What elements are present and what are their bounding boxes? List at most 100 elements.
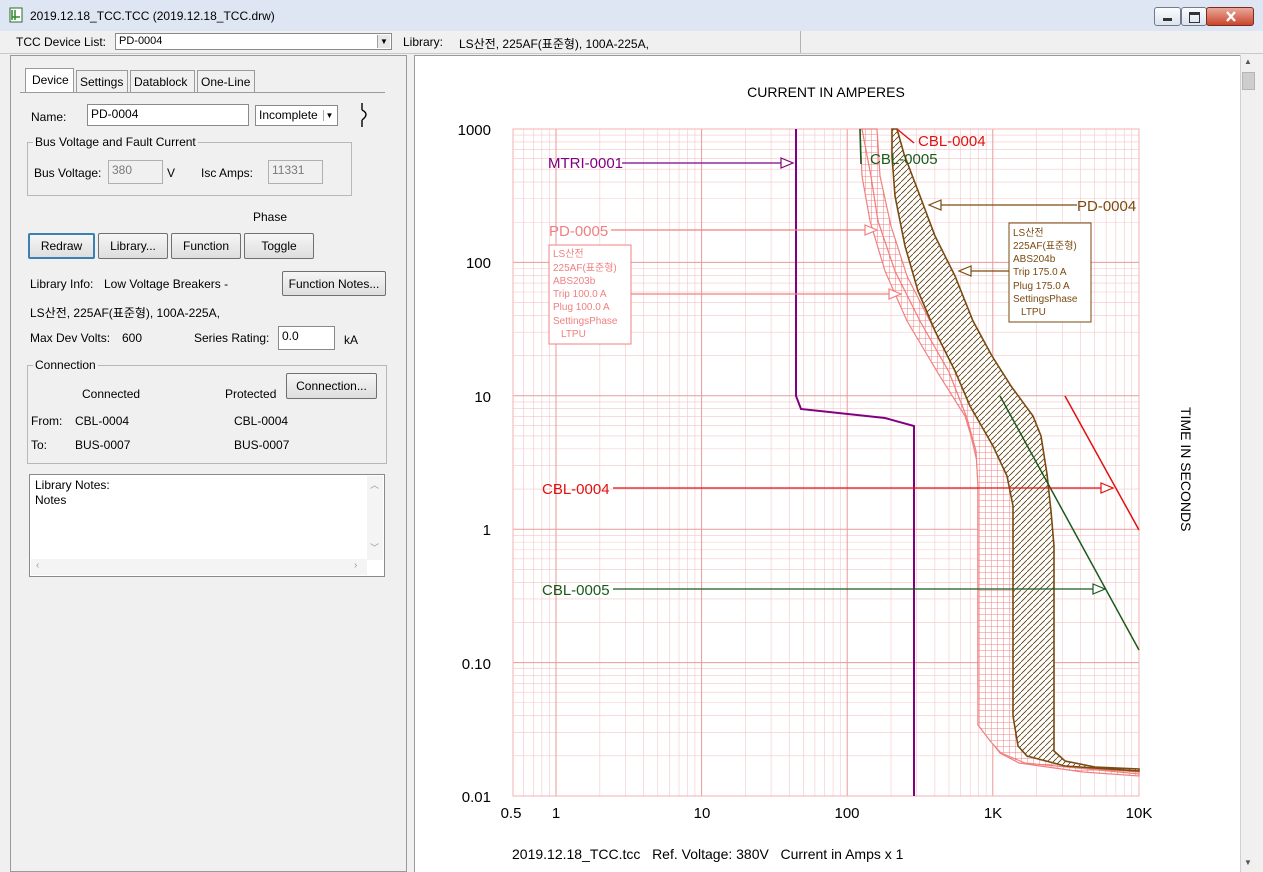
tab-one-line[interactable]: One-Line — [197, 70, 255, 92]
device-list-value: PD-0004 — [119, 35, 163, 47]
chevron-down-icon[interactable]: ▼ — [377, 35, 390, 48]
max-dev-volts-value: 600 — [122, 331, 143, 345]
chevron-up-icon[interactable]: ▲ — [1244, 57, 1252, 66]
plot-vscroll[interactable]: ▲ ▼ — [1240, 55, 1257, 872]
scroll-thumb[interactable] — [1242, 72, 1255, 90]
y-tick-0.01: 0.01 — [462, 789, 491, 806]
isc-field: 11331 — [268, 160, 323, 184]
series-rating-unit: kA — [344, 333, 359, 347]
app-icon — [9, 7, 23, 23]
cbl-0005-label: CBL-0005 — [542, 582, 610, 599]
library-label: Library: — [403, 35, 444, 49]
tcc-chart: CURRENT IN AMPERES TIME IN SECONDS 2019.… — [458, 84, 1194, 862]
status-select[interactable]: Incomplete ▼ — [255, 105, 338, 126]
to-protected: BUS-0007 — [234, 438, 290, 452]
device-list-select[interactable]: PD-0004 ▼ — [115, 33, 392, 50]
series-rating-input[interactable]: 0.0 — [278, 326, 335, 350]
chevron-right-icon[interactable]: › — [354, 560, 357, 571]
protected-header: Protected — [225, 387, 277, 401]
to-label: To: — [31, 438, 48, 452]
y-axis-title: TIME IN SECONDS — [1178, 407, 1194, 531]
chart-footer: 2019.12.18_TCC.tcc Ref. Voltage: 380V Cu… — [512, 846, 904, 862]
bus-voltage-field: 380 — [108, 160, 163, 184]
library-button[interactable]: Library... — [98, 233, 168, 259]
max-dev-volts-label: Max Dev Volts: — [30, 331, 111, 345]
library-notes-label: Library Notes: — [35, 478, 110, 492]
pd-0004-info-line: Trip 175.0 A — [1013, 267, 1067, 278]
phase-label: Phase — [253, 210, 288, 224]
y-tick-0.10: 0.10 — [462, 656, 491, 673]
from-connected: CBL-0004 — [75, 414, 130, 428]
x-tick-100: 100 — [834, 805, 859, 822]
device-list-label: TCC Device List: — [16, 35, 107, 49]
breaker-symbol-icon — [361, 103, 367, 127]
x-axis-title: CURRENT IN AMPERES — [747, 84, 905, 100]
close-icon — [1226, 11, 1236, 22]
notes-hscroll[interactable] — [31, 559, 367, 575]
connection-button[interactable]: Connection... — [286, 373, 377, 399]
status-value: Incomplete — [259, 108, 318, 122]
pd-0004-info-line: 225AF(표준형) — [1013, 240, 1077, 252]
library-info-line2: LS산전, 225AF(표준형), 100A-225A, — [30, 306, 220, 320]
toggle-button[interactable]: Toggle — [244, 233, 314, 259]
library-value: LS산전, 225AF(표준형), 100A-225A, — [459, 37, 649, 51]
window-titlebar: 2019.12.18_TCC.TCC (2019.12.18_TCC.drw) — [0, 0, 1263, 32]
maximize-icon — [1189, 12, 1200, 23]
from-protected: CBL-0004 — [234, 414, 289, 428]
pd-0005-info-line: 225AF(표준형) — [553, 262, 617, 274]
bus-voltage-group-title: Bus Voltage and Fault Current — [33, 135, 198, 149]
maximize-button[interactable] — [1181, 7, 1207, 26]
library-info-label: Library Info: — [30, 277, 94, 291]
function-button[interactable]: Function — [171, 233, 241, 259]
library-info-value: Low Voltage Breakers - — [104, 277, 229, 291]
tab-settings[interactable]: Settings — [76, 70, 128, 92]
window-title: 2019.12.18_TCC.TCC (2019.12.18_TCC.drw) — [30, 9, 275, 23]
pd-0004-info-line: LS산전 — [1013, 227, 1044, 239]
series-rating-label: Series Rating: — [194, 331, 270, 345]
x-tick-1k: 1K — [984, 805, 1002, 822]
connected-header: Connected — [82, 387, 141, 401]
chevron-down-icon[interactable]: ▼ — [1244, 858, 1252, 867]
pd-0004-info-box: LS산전 225AF(표준형) ABS204b Trip 175.0 A Plu… — [1008, 222, 1092, 323]
pd-0005-label: PD-0005 — [549, 223, 608, 240]
y-tick-1000: 1000 — [458, 122, 491, 139]
divider — [800, 31, 801, 53]
function-notes-button[interactable]: Function Notes... — [282, 271, 386, 296]
close-button[interactable] — [1206, 7, 1254, 26]
chevron-down-icon[interactable]: ▼ — [323, 110, 335, 121]
library-notes-text: Notes — [35, 493, 67, 507]
pd-0004-label: PD-0004 — [1077, 198, 1136, 215]
mtri-0001-label-arrow — [622, 157, 795, 169]
minimize-button[interactable] — [1154, 7, 1181, 26]
library-notes-box[interactable]: Library Notes: Notes ︿ ﹀ ‹ › — [29, 474, 385, 577]
name-input[interactable]: PD-0004 — [87, 104, 249, 126]
x-tick-10: 10 — [694, 805, 711, 822]
bus-voltage-unit: V — [167, 166, 176, 180]
chevron-down-icon[interactable]: ﹀ — [370, 541, 379, 554]
bus-voltage-label: Bus Voltage: — [34, 166, 102, 180]
connection-group-title: Connection — [33, 358, 98, 372]
pd-0005-info-line: LTPU — [561, 329, 586, 340]
tab-divider — [20, 92, 385, 93]
tab-datablock[interactable]: Datablock — [130, 70, 195, 92]
y-tick-1: 1 — [483, 522, 491, 539]
device-list-bar: TCC Device List: PD-0004 ▼ Library: LS산전… — [0, 31, 1263, 54]
cbl-0005-top-label: CBL-0005 — [870, 151, 938, 168]
y-tick-10: 10 — [474, 389, 491, 406]
redraw-button[interactable]: Redraw — [28, 233, 95, 259]
pd-0005-info-line: Trip 100.0 A — [553, 289, 607, 300]
x-tick-10k: 10K — [1126, 805, 1153, 822]
name-label: Name: — [31, 110, 67, 124]
chevron-up-icon[interactable]: ︿ — [370, 478, 379, 491]
y-tick-100: 100 — [466, 255, 491, 272]
pd-0005-info-box: LS산전 225AF(표준형) ABS203b Trip 100.0 A Plu… — [548, 244, 632, 345]
tab-device[interactable]: Device — [25, 68, 74, 93]
chevron-left-icon[interactable]: ‹ — [36, 560, 39, 571]
pd-0005-info-line: SettingsPhase — [553, 316, 618, 327]
pd-0004-info-line: Plug 175.0 A — [1013, 281, 1070, 292]
pd-0004-info-line: SettingsPhase — [1013, 294, 1078, 305]
cbl-0004-top-label: CBL-0004 — [918, 133, 986, 150]
mtri-0001-curve — [795, 129, 915, 796]
to-connected: BUS-0007 — [75, 438, 131, 452]
pd-0004-info-line: LTPU — [1021, 307, 1046, 318]
